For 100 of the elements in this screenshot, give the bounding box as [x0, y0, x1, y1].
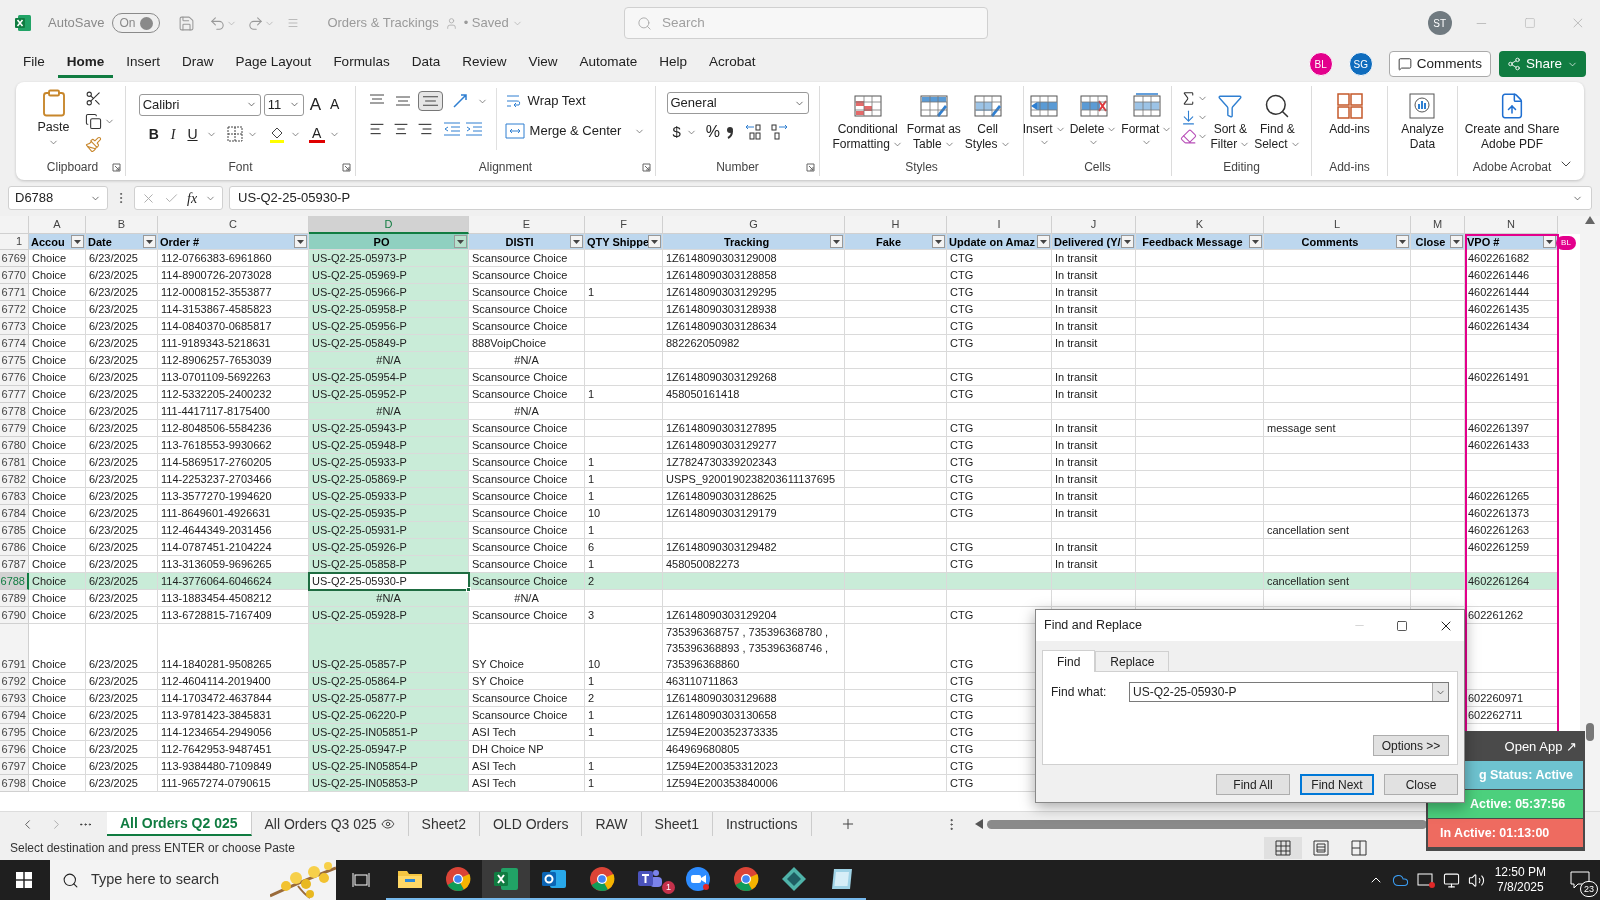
browser-icon[interactable]: [589, 866, 615, 892]
empty-cell[interactable]: [1136, 301, 1264, 318]
dialog-tab[interactable]: Replace: [1095, 651, 1170, 671]
decrease-font-size-button[interactable]: A: [327, 94, 343, 116]
empty-cell[interactable]: [585, 318, 663, 335]
spreadsheet-app-icon[interactable]: [493, 866, 519, 892]
empty-cell[interactable]: [1136, 420, 1264, 437]
empty-cell[interactable]: [845, 335, 947, 352]
menu-tab[interactable]: Help: [650, 50, 697, 78]
empty-cell[interactable]: [845, 539, 947, 556]
empty-cell[interactable]: [1052, 590, 1136, 607]
empty-cell[interactable]: [1136, 522, 1264, 539]
empty-cell[interactable]: [1136, 471, 1264, 488]
increase-indent-icon[interactable]: [463, 120, 484, 138]
empty-cell[interactable]: [1264, 386, 1411, 403]
collaborator-avatar[interactable]: BL: [1308, 52, 1333, 76]
open-app-link[interactable]: Open App ↗: [1504, 736, 1577, 757]
filter-button[interactable]: [1396, 235, 1409, 248]
empty-cell[interactable]: [1264, 335, 1411, 352]
empty-cell[interactable]: [845, 724, 947, 741]
menu-tab[interactable]: Acrobat: [700, 50, 765, 78]
empty-cell[interactable]: [1136, 369, 1264, 386]
clock-date[interactable]: 7/8/2025: [1496, 880, 1544, 895]
scroll-left-icon[interactable]: [974, 819, 983, 829]
scissors-icon[interactable]: [84, 90, 102, 107]
menu-tab[interactable]: View: [519, 50, 567, 78]
dialog-button[interactable]: Close: [1384, 774, 1458, 795]
font-color-button[interactable]: A: [308, 125, 325, 143]
filter-button[interactable]: [932, 235, 945, 248]
empty-cell[interactable]: [845, 403, 947, 420]
empty-cell[interactable]: [585, 267, 663, 284]
dialog-button[interactable]: Find Next: [1300, 774, 1374, 795]
customize-toolbar-icon[interactable]: [287, 17, 300, 29]
empty-cell[interactable]: [1264, 437, 1411, 454]
comma-style-icon[interactable]: [725, 124, 736, 140]
empty-cell[interactable]: [1136, 505, 1264, 522]
percent-button[interactable]: %: [705, 120, 721, 144]
empty-cell[interactable]: [1264, 250, 1411, 267]
empty-cell[interactable]: [1136, 352, 1264, 369]
empty-cell[interactable]: [845, 420, 947, 437]
empty-cell[interactable]: [845, 505, 947, 522]
empty-cell[interactable]: [845, 250, 947, 267]
menu-tab[interactable]: Home: [57, 50, 114, 78]
insert-cells-button[interactable]: Insert: [1020, 88, 1068, 158]
empty-cell[interactable]: [1264, 590, 1411, 607]
browser-icon[interactable]: [733, 866, 759, 892]
empty-cell[interactable]: [845, 267, 947, 284]
format-as-table-button[interactable]: Format as Table: [904, 88, 963, 158]
clock-time[interactable]: 12:50 PM: [1494, 865, 1546, 880]
app-tray-icon[interactable]: [1416, 872, 1435, 888]
empty-cell[interactable]: [585, 369, 663, 386]
wrap-text-button[interactable]: Wrap Text: [504, 88, 646, 114]
empty-cell[interactable]: [1136, 386, 1264, 403]
currency-button[interactable]: $: [672, 120, 681, 144]
empty-cell[interactable]: [1411, 420, 1465, 437]
filter-button[interactable]: [454, 235, 467, 248]
empty-cell[interactable]: [1264, 301, 1411, 318]
empty-cell[interactable]: [1264, 318, 1411, 335]
empty-cell[interactable]: [947, 352, 1052, 369]
empty-cell[interactable]: [1411, 488, 1465, 505]
scroll-up-icon[interactable]: [1585, 216, 1595, 224]
empty-cell[interactable]: [1411, 590, 1465, 607]
create-share-pdf-button[interactable]: Create and Share Adobe PDF: [1462, 88, 1562, 158]
empty-cell[interactable]: [1264, 284, 1411, 301]
menu-tab[interactable]: Data: [402, 50, 450, 78]
scrollbar-thumb[interactable]: [1586, 723, 1594, 741]
format-cells-button[interactable]: Format: [1119, 88, 1175, 158]
dialog-tab[interactable]: Find: [1042, 650, 1096, 672]
empty-cell[interactable]: [1411, 522, 1465, 539]
options-button[interactable]: Options >>: [1373, 735, 1449, 756]
empty-cell[interactable]: [845, 437, 947, 454]
menu-tab[interactable]: Review: [453, 50, 516, 78]
empty-cell[interactable]: [1136, 335, 1264, 352]
filter-button[interactable]: [1249, 235, 1262, 248]
empty-cell[interactable]: [1411, 403, 1465, 420]
diamond-app-icon[interactable]: [781, 866, 807, 892]
empty-cell[interactable]: [845, 318, 947, 335]
empty-cell[interactable]: [1264, 352, 1411, 369]
empty-cell[interactable]: [585, 420, 663, 437]
empty-cell[interactable]: [845, 607, 947, 624]
bold-button[interactable]: B: [144, 123, 163, 145]
dialog-launcher-icon[interactable]: [342, 163, 351, 172]
empty-cell[interactable]: [1411, 301, 1465, 318]
empty-cell[interactable]: [1136, 284, 1264, 301]
empty-cell[interactable]: [1411, 284, 1465, 301]
empty-cell[interactable]: [663, 590, 845, 607]
empty-cell[interactable]: [845, 758, 947, 775]
empty-cell[interactable]: [845, 488, 947, 505]
filter-button[interactable]: [570, 235, 583, 248]
sheet-tab[interactable]: All Orders Q2 025: [107, 812, 252, 836]
empty-cell[interactable]: [947, 590, 1052, 607]
font-size-select[interactable]: 11: [263, 93, 304, 116]
empty-cell[interactable]: [1136, 454, 1264, 471]
empty-cell[interactable]: [845, 741, 947, 758]
empty-cell[interactable]: [1264, 369, 1411, 386]
empty-cell[interactable]: [845, 352, 947, 369]
empty-cell[interactable]: [585, 250, 663, 267]
empty-cell[interactable]: [845, 590, 947, 607]
empty-cell[interactable]: [1411, 267, 1465, 284]
empty-cell[interactable]: [1411, 471, 1465, 488]
